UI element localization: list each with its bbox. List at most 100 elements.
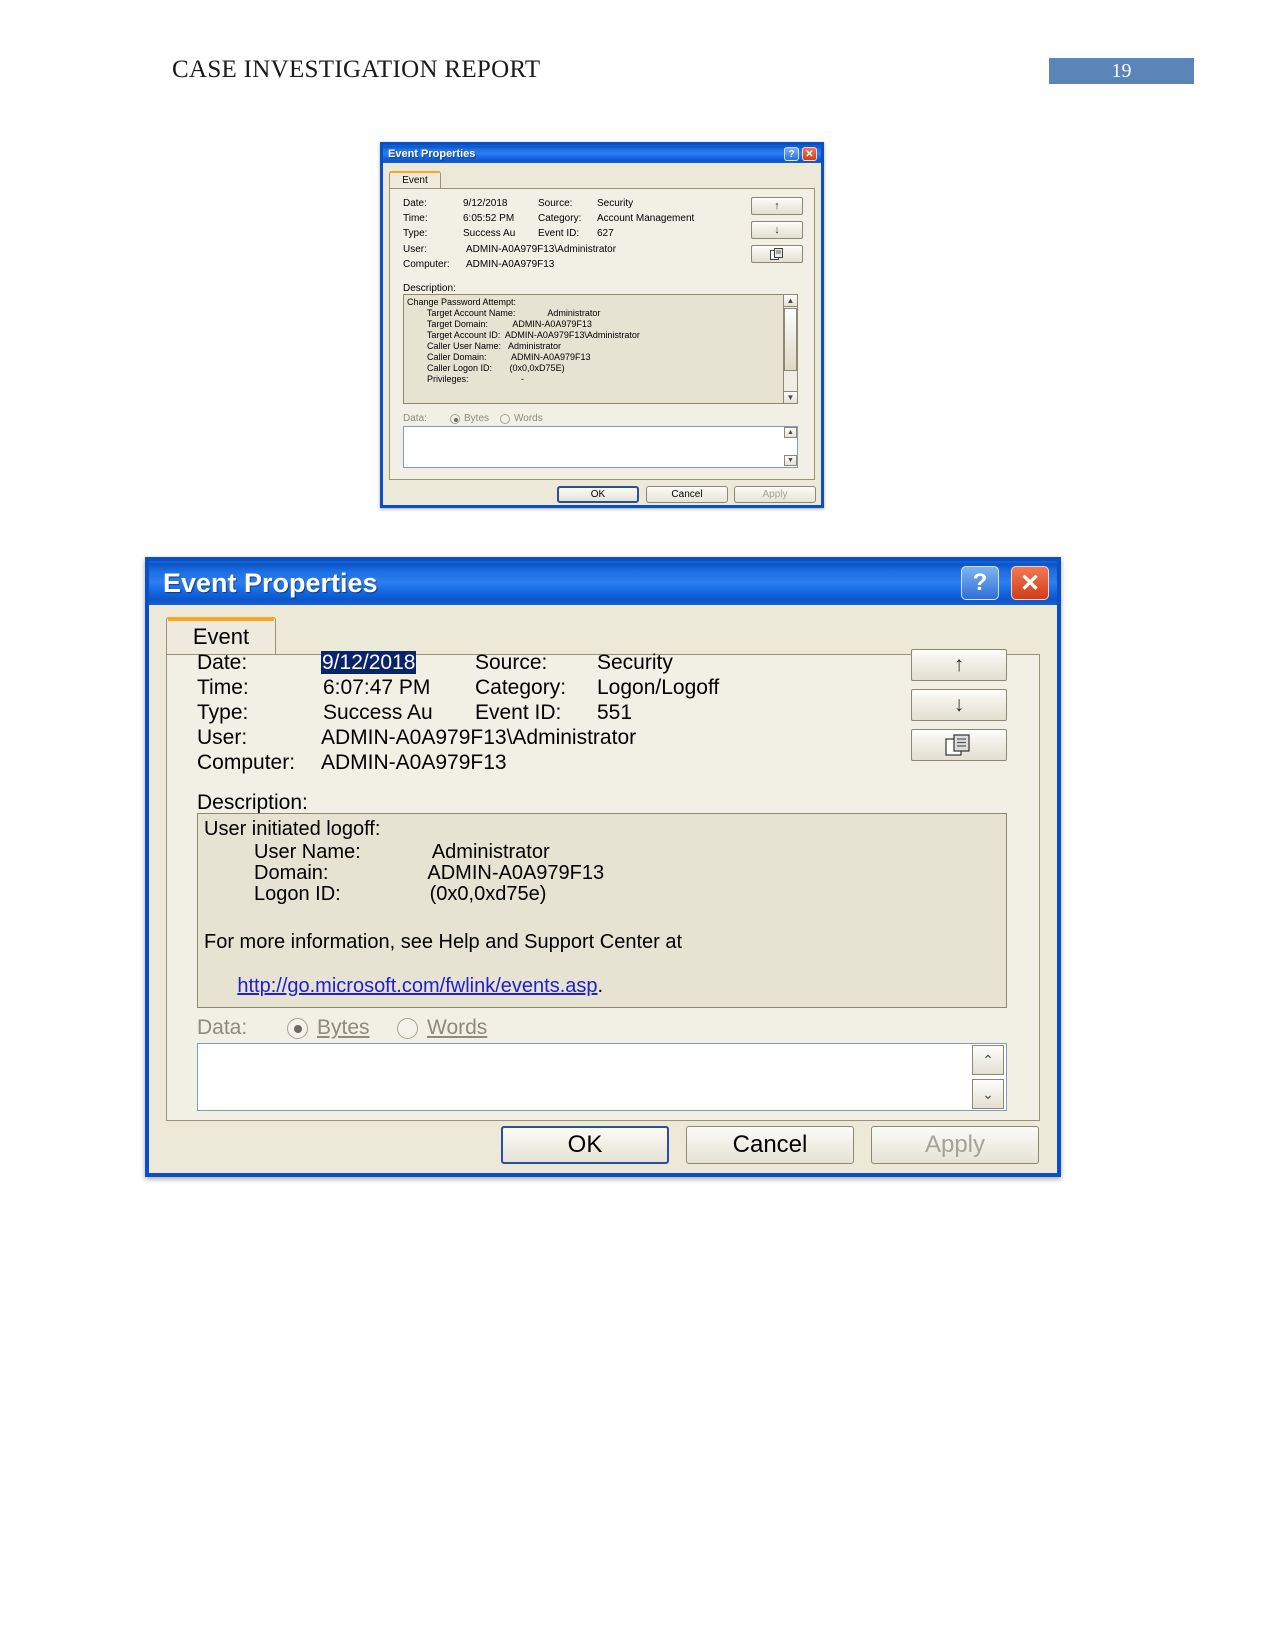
description-line: Privileges: - [407, 374, 525, 384]
tab-event[interactable]: Event [166, 617, 276, 655]
label-data: Data: [197, 1016, 248, 1039]
label-time: Time: [197, 676, 249, 699]
value-event-id: 551 [597, 701, 633, 724]
label-source: Source: [475, 651, 548, 674]
label-description: Description: [197, 791, 308, 814]
help-glyph: ? [788, 148, 795, 160]
value-computer: ADMIN-A0A979F13 [466, 259, 555, 270]
value-category: Account Management [597, 213, 695, 224]
help-glyph: ? [972, 569, 988, 596]
up-arrow-icon: ↑ [953, 653, 965, 676]
label-category: Category: [538, 213, 582, 224]
label-source: Source: [538, 198, 573, 209]
value-event-id: 627 [597, 228, 614, 239]
label-bytes[interactable]: Bytes [464, 413, 489, 424]
value-user: ADMIN-A0A979F13\Administrator [466, 244, 617, 255]
label-type: Type: [403, 228, 428, 239]
cancel-button[interactable]: Cancel [686, 1126, 854, 1164]
label-time: Time: [403, 213, 428, 224]
label-words[interactable]: Words [514, 413, 543, 424]
value-computer: ADMIN-A0A979F13 [321, 751, 507, 774]
events-help-link[interactable]: http://go.microsoft.com/fwlink/events.as… [237, 975, 597, 997]
ok-button[interactable]: OK [501, 1126, 669, 1164]
cancel-button[interactable]: Cancel [646, 486, 728, 503]
value-date: 9/12/2018 [463, 198, 508, 209]
scroll-down-arrow-icon[interactable]: ▼ [783, 391, 798, 404]
data-scroll-down-icon[interactable]: ⌄ [972, 1079, 1004, 1109]
page-title: CASE INVESTIGATION REPORT [172, 56, 541, 83]
titlebar[interactable]: Event Properties ? ✕ [383, 145, 821, 163]
value-time: 6:05:52 PM [463, 213, 515, 224]
previous-event-button[interactable]: ↑ [751, 197, 803, 215]
close-icon[interactable]: ✕ [1011, 566, 1049, 600]
close-glyph: ✕ [805, 148, 814, 160]
description-footer: For more information, see Help and Suppo… [204, 931, 683, 953]
close-icon[interactable]: ✕ [802, 147, 817, 161]
description-box[interactable]: Change Password Attempt: Target Account … [403, 294, 798, 404]
value-source: Security [597, 651, 673, 674]
label-bytes[interactable]: Bytes [317, 1016, 370, 1040]
label-date: Date: [403, 198, 427, 209]
tab-event[interactable]: Event [389, 171, 441, 189]
close-glyph: ✕ [1019, 569, 1041, 597]
label-category: Category: [475, 676, 567, 699]
scroll-up-arrow-icon[interactable]: ▲ [783, 294, 798, 307]
data-scroll-up-icon[interactable]: ▲ [784, 427, 797, 438]
label-event-id: Event ID: [475, 701, 562, 724]
label-words[interactable]: Words [427, 1016, 487, 1040]
value-source: Security [597, 198, 634, 209]
copy-icon [769, 248, 783, 260]
help-icon[interactable]: ? [961, 566, 999, 600]
titlebar[interactable]: Event Properties ? ✕ [149, 561, 1057, 605]
radio-bytes[interactable] [287, 1018, 308, 1039]
radio-words[interactable] [397, 1018, 418, 1039]
copy-event-button[interactable] [751, 245, 803, 263]
help-icon[interactable]: ? [784, 147, 799, 161]
label-computer: Computer: [403, 259, 450, 270]
label-date: Date: [197, 651, 248, 674]
data-textbox[interactable] [197, 1043, 1007, 1111]
radio-bytes-dot [453, 417, 458, 422]
event-properties-dialog-small[interactable]: Event Properties ? ✕ Event Date: 9/12/20… [380, 142, 824, 508]
label-event-id: Event ID: [538, 228, 580, 239]
tab-event-label: Event [402, 175, 428, 186]
next-event-button[interactable]: ↓ [911, 689, 1007, 721]
apply-button[interactable]: Apply [871, 1126, 1039, 1164]
data-scroll-down-icon[interactable]: ▼ [784, 455, 797, 466]
radio-bytes-dot [294, 1025, 302, 1033]
description-line: Domain: ADMIN-A0A979F13 [204, 862, 605, 884]
copy-icon [945, 734, 970, 756]
description-box[interactable]: User initiated logoff: User Name: Admini… [197, 813, 1007, 1008]
next-event-button[interactable]: ↓ [751, 221, 803, 239]
description-line: Target Account Name: Administrator [407, 308, 601, 318]
description-line: Target Domain: ADMIN-A0A979F13 [407, 319, 592, 329]
label-description: Description: [403, 283, 456, 294]
ok-button[interactable]: OK [557, 486, 639, 503]
data-scroll-up-icon[interactable]: ⌃ [972, 1045, 1004, 1075]
down-arrow-icon: ↓ [953, 693, 965, 716]
label-user: User: [197, 726, 248, 749]
radio-words[interactable] [500, 414, 510, 424]
scroll-thumb[interactable] [784, 308, 797, 371]
label-data: Data: [403, 413, 427, 424]
event-properties-dialog-large[interactable]: Event Properties ? ✕ Event Date: 9/12/20… [145, 557, 1061, 1177]
label-type: Type: [197, 701, 249, 724]
description-line: Target Account ID: ADMIN-A0A979F13\Admin… [407, 330, 640, 340]
down-arrow-icon: ↓ [774, 224, 780, 236]
description-link-row[interactable]: http://go.microsoft.com/fwlink/events.as… [204, 952, 604, 1007]
apply-button[interactable]: Apply [734, 486, 816, 503]
value-time: 6:07:47 PM [323, 676, 431, 699]
description-line: Logon ID: (0x0,0xd75e) [204, 883, 547, 905]
link-suffix: . [597, 975, 604, 997]
radio-bytes[interactable] [450, 414, 460, 424]
description-line: User Name: Administrator [204, 841, 550, 863]
tab-event-label: Event [192, 623, 250, 649]
data-textbox[interactable] [403, 426, 798, 468]
copy-event-button[interactable] [911, 729, 1007, 761]
value-type: Success Au [463, 228, 516, 239]
value-date: 9/12/2018 [321, 651, 417, 675]
page-number-text: 19 [1111, 59, 1132, 82]
label-computer: Computer: [197, 751, 296, 774]
value-date-text: 9/12/2018 [321, 651, 417, 674]
previous-event-button[interactable]: ↑ [911, 649, 1007, 681]
